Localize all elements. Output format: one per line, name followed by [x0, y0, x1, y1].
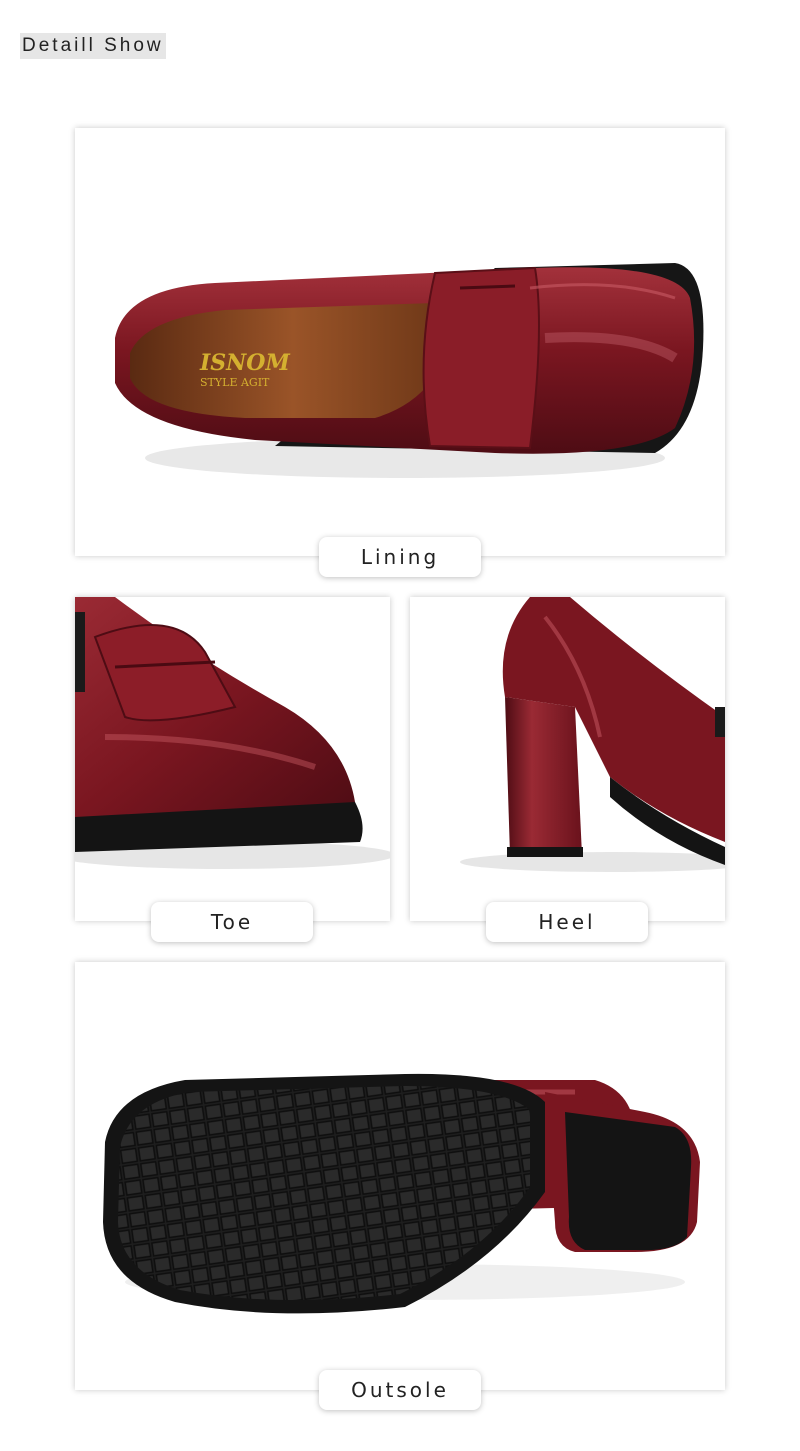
section-title: Detaill Show — [20, 33, 166, 59]
toe-closeup-photo — [75, 597, 390, 869]
loafer-top-view-photo: ISNOM STYLE AGIT — [115, 263, 704, 478]
outsole-image — [75, 962, 725, 1390]
lining-label: Lining — [319, 537, 481, 577]
brand-sub-logo: STYLE AGIT — [200, 376, 270, 389]
brand-logo: ISNOM — [199, 350, 290, 376]
lining-image: ISNOM STYLE AGIT — [75, 128, 725, 556]
heel-label: Heel — [486, 902, 648, 942]
heel-image — [410, 597, 725, 921]
toe-image — [75, 597, 390, 921]
toe-label: Toe — [151, 902, 313, 942]
heel-closeup-photo — [460, 597, 725, 872]
outsole-photo — [103, 1073, 700, 1314]
outsole-label: Outsole — [319, 1370, 481, 1410]
